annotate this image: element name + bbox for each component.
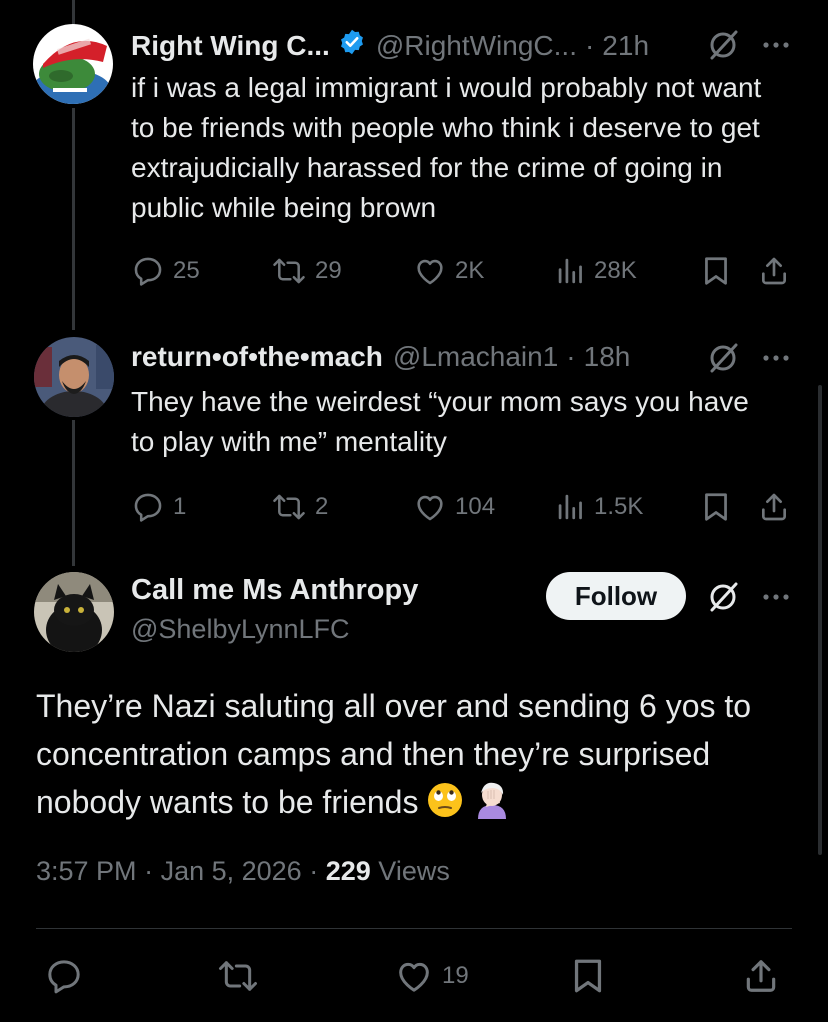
post-time[interactable]: 3:57 PM — [36, 856, 137, 886]
separator-dot: · — [144, 856, 161, 886]
display-name[interactable]: return•of•the•mach — [131, 341, 383, 373]
display-name[interactable]: Right Wing C... — [131, 30, 330, 62]
views-label: Views — [378, 856, 450, 886]
share-button[interactable] — [758, 251, 790, 291]
repost-button[interactable] — [216, 956, 260, 996]
handle[interactable]: @RightWingC... — [376, 30, 577, 62]
timestamp[interactable]: 18h — [584, 341, 631, 373]
views-button[interactable]: 1.5K — [556, 487, 643, 527]
repost-icon — [216, 956, 260, 996]
reply-count: 25 — [173, 257, 200, 284]
avatar[interactable] — [33, 24, 113, 104]
bookmark-button[interactable] — [701, 251, 731, 291]
bookmark-icon — [701, 254, 731, 288]
share-icon — [758, 254, 790, 288]
repost-icon — [271, 254, 307, 288]
bookmark-button[interactable] — [701, 487, 731, 527]
reply-button[interactable]: 25 — [131, 251, 200, 291]
like-count: 104 — [455, 493, 496, 520]
repost-button[interactable]: 2 — [271, 487, 328, 527]
repost-count: 29 — [315, 257, 342, 284]
follow-button[interactable]: Follow — [546, 572, 686, 620]
reply-count: 1 — [173, 493, 187, 520]
handle[interactable]: @Lmachain1 — [393, 341, 558, 373]
like-icon — [413, 254, 447, 288]
bookmark-icon — [701, 490, 731, 524]
more-icon[interactable] — [762, 587, 790, 607]
reply-icon — [44, 956, 84, 996]
views-count: 28K — [594, 257, 637, 284]
like-button[interactable]: 19 — [394, 956, 469, 996]
separator-dot: · — [309, 856, 326, 886]
divider — [36, 928, 792, 929]
reply-button[interactable] — [44, 956, 84, 996]
timestamp[interactable]: 21h — [602, 30, 649, 62]
post-date[interactable]: Jan 5, 2026 — [161, 856, 302, 886]
post-meta: 3:57 PM · Jan 5, 2026 · 229 Views — [36, 856, 450, 887]
separator-dot: · — [566, 341, 576, 372]
scrollbar[interactable] — [818, 385, 822, 855]
reply-icon — [131, 254, 165, 288]
handle[interactable]: @ShelbyLynnLFC — [131, 614, 350, 645]
avatar[interactable] — [34, 337, 114, 417]
like-button[interactable]: 2K — [413, 251, 484, 291]
repost-count: 2 — [315, 493, 329, 520]
grok-icon[interactable] — [706, 580, 740, 614]
grok-icon[interactable] — [706, 28, 740, 62]
post-action-bar: 19 — [36, 956, 792, 996]
post-text-container: They’re Nazi saluting all over and sendi… — [36, 682, 796, 832]
views-count: 1.5K — [594, 493, 644, 520]
views-count: 229 — [325, 856, 371, 886]
tweet-text: if i was a legal immigrant i would proba… — [131, 72, 762, 223]
views-icon — [556, 254, 586, 288]
share-icon — [758, 490, 790, 524]
share-button[interactable] — [742, 956, 780, 996]
repost-icon — [271, 490, 307, 524]
bookmark-button[interactable] — [570, 956, 606, 996]
like-count: 19 — [442, 962, 469, 989]
share-icon — [742, 956, 780, 996]
facepalm-emoji — [472, 779, 512, 832]
repost-button[interactable]: 29 — [271, 251, 342, 291]
share-button[interactable] — [758, 487, 790, 527]
action-bar: 1 2 104 1.5K — [131, 487, 801, 527]
views-icon — [556, 490, 586, 524]
like-icon — [413, 490, 447, 524]
more-icon[interactable] — [762, 348, 790, 368]
avatar[interactable] — [34, 572, 114, 652]
thread-line — [72, 420, 75, 566]
eye-roll-emoji — [426, 781, 464, 832]
reply-button[interactable]: 1 — [131, 487, 186, 527]
reply-icon — [131, 490, 165, 524]
views-button[interactable]: 28K — [556, 251, 637, 291]
action-bar: 25 29 2K 28K — [131, 251, 801, 291]
bookmark-icon — [570, 956, 606, 996]
like-button[interactable]: 104 — [413, 487, 495, 527]
like-icon — [394, 956, 434, 996]
like-count: 2K — [455, 257, 485, 284]
verified-icon — [338, 28, 366, 63]
display-name[interactable]: Call me Ms Anthropy — [131, 574, 418, 607]
thread-line — [72, 108, 75, 330]
tweet-text: They have the weirdest “your mom says yo… — [131, 386, 749, 457]
separator-dot: · — [584, 29, 595, 61]
grok-icon[interactable] — [706, 341, 740, 375]
post-text: They’re Nazi saluting all over and sendi… — [36, 688, 752, 820]
more-icon[interactable] — [762, 35, 790, 55]
